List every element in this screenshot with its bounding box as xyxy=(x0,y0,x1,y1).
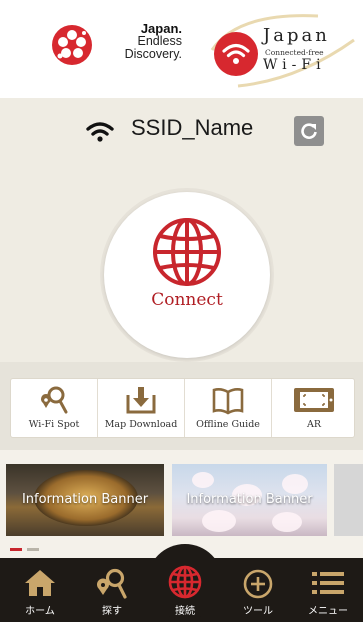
cherry-blossom-logo-icon xyxy=(52,25,92,65)
refresh-button[interactable] xyxy=(294,116,324,146)
wifi-logo-line3: Wi-Fi xyxy=(263,57,326,73)
tool-label: Offline Guide xyxy=(196,419,260,430)
wifi-logo-icon xyxy=(222,43,250,64)
tool-label: AR xyxy=(306,419,321,430)
wifi-logo-line1: Japan xyxy=(263,25,330,46)
book-icon xyxy=(212,388,244,415)
download-icon xyxy=(126,387,156,414)
nav-label: メニュー xyxy=(308,606,348,617)
jnto-logo-line3: Discovery. xyxy=(124,47,182,61)
wifi-logo-circle xyxy=(214,32,258,76)
blossom-decoration xyxy=(272,512,302,532)
nav-label: 探す xyxy=(102,606,122,617)
banner-label: Information Banner xyxy=(186,492,313,507)
nav-home[interactable]: ホーム xyxy=(6,558,74,622)
banner-label: Information Banner xyxy=(21,492,149,507)
search-icon xyxy=(97,568,127,599)
nav-label: ホーム xyxy=(25,606,55,617)
information-banner[interactable]: Information Banner xyxy=(6,464,164,536)
globe-icon xyxy=(153,218,221,286)
nav-tools[interactable]: ツール xyxy=(224,558,292,622)
refresh-icon xyxy=(301,123,317,139)
ssid-row: SSID_Name xyxy=(0,114,363,148)
tool-offline-guide[interactable]: Offline Guide xyxy=(185,379,272,437)
information-banner[interactable]: Information Banner xyxy=(172,464,327,536)
blossom-decoration xyxy=(282,474,308,494)
carousel-dot-active xyxy=(10,548,22,551)
globe-icon xyxy=(168,565,202,599)
banner-carousel: Information Banner Information Banner xyxy=(0,450,363,558)
bottom-navigation: ホーム 探す 接続 ツール メニュー xyxy=(0,544,363,622)
menu-icon xyxy=(312,572,344,594)
connect-button[interactable]: Connect xyxy=(104,192,270,358)
tool-wifi-spot[interactable]: Wi-Fi Spot xyxy=(11,379,98,437)
plus-circle-icon xyxy=(243,569,273,599)
tools-bar: Wi-Fi Spot Map Download Offline Guide AR xyxy=(10,378,355,438)
nav-search[interactable]: 探す xyxy=(78,558,146,622)
home-icon xyxy=(25,570,55,596)
carousel-dot xyxy=(27,548,39,551)
connection-panel: SSID_Name Connect xyxy=(0,98,363,362)
tool-label: Wi-Fi Spot xyxy=(28,419,80,430)
information-banner-partial[interactable] xyxy=(334,464,363,536)
wifi-icon xyxy=(86,122,114,142)
ssid-name: SSID_Name xyxy=(131,115,254,140)
connect-label: Connect xyxy=(151,290,223,310)
japan-connected-free-wifi-logo: Japan Connected-free Wi-Fi xyxy=(208,10,358,90)
nav-label: 接続 xyxy=(175,606,195,617)
nav-connect[interactable]: 接続 xyxy=(151,558,219,622)
tool-label: Map Download xyxy=(104,419,178,430)
blossom-decoration xyxy=(202,510,236,532)
ar-icon xyxy=(294,388,334,412)
tool-ar[interactable]: AR xyxy=(272,379,356,437)
nav-menu[interactable]: メニュー xyxy=(294,558,362,622)
japan-endless-discovery-logo: Japan. Endless Discovery. xyxy=(50,20,182,68)
blossom-decoration xyxy=(192,472,214,488)
wifi-spot-icon xyxy=(41,386,68,414)
header: Japan. Endless Discovery. Japan Connecte… xyxy=(0,0,363,98)
wifi-logo-line2: Connected-free xyxy=(265,48,324,57)
nav-label: ツール xyxy=(243,606,273,617)
tool-map-download[interactable]: Map Download xyxy=(98,379,185,437)
